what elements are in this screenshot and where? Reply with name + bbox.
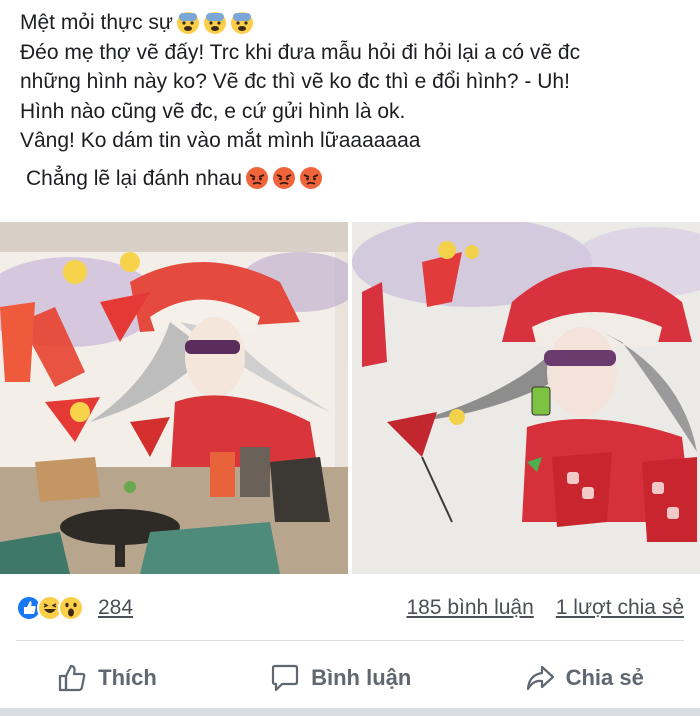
mural-photo-painted[interactable] [352,222,700,574]
angry-face-icon [246,167,269,190]
post-line: Mệt mỏi thực sự [20,8,688,38]
action-bar: Thích Bình luận Chia sẻ [0,650,700,706]
comment-bubble-icon [271,664,299,692]
comment-button-label: Bình luận [311,665,412,690]
post-stats: 284 185 bình luận 1 lượt chia sẻ [16,590,684,626]
share-count-link[interactable]: 1 lượt chia sẻ [556,596,684,620]
share-button-label: Chia sẻ [565,665,644,690]
comment-button[interactable]: Bình luận [269,662,411,694]
thumbs-up-icon [59,664,86,692]
post-line-text: những hình này ko? Vẽ đc thì vẽ ko đc th… [20,70,570,93]
mural-photo-reference[interactable] [0,222,348,574]
post-line-text: Hình nào cũng vẽ đc, e cứ gửi hình là ok… [20,99,406,123]
post-line-text: Mệt mỏi thực sự [20,11,173,34]
angry-face-icon [273,167,296,190]
fearful-face-icon [230,11,253,34]
mural-reference-image [0,222,348,574]
stats-divider [16,640,684,641]
post-text: Mệt mỏi thực sự Đéo mẹ thợ vẽ đấy! Trc k… [20,8,688,193]
fearful-face-icon [176,11,199,34]
comment-count-link[interactable]: 185 bình luận [406,596,533,620]
post-line: Hình nào cũng vẽ đc, e cứ gửi hình là ok… [20,97,688,127]
feed-separator [0,708,700,716]
post-line: Chẳng lẽ lại đánh nhau [20,164,688,194]
share-button[interactable]: Chia sẻ [524,662,644,694]
post-line-text: Vâng! Ko dám tin vào mắt mình lữaaaaaaa [20,129,421,152]
like-button-label: Thích [98,665,157,690]
post-line: Đéo mẹ thợ vẽ đấy! Trc khi đưa mẫu hỏi đ… [20,38,688,68]
post-line: Vâng! Ko dám tin vào mắt mình lữaaaaaaa [20,126,688,156]
angry-face-icon [300,167,323,190]
like-button[interactable]: Thích [56,662,157,694]
mural-painted-image [352,222,700,574]
reaction-icons [16,595,84,621]
reactions-summary[interactable]: 284 [16,595,133,621]
share-arrow-icon [526,665,554,691]
engagement-stats: 185 bình luận 1 lượt chia sẻ [406,596,684,620]
reaction-count[interactable]: 284 [98,596,133,620]
photo-grid [0,222,700,574]
wow-reaction-icon [58,595,84,621]
post-line-text: Đéo mẹ thợ vẽ đấy! Trc khi đưa mẫu hỏi đ… [20,40,581,64]
post-line-text: Chẳng lẽ lại đánh nhau [26,166,243,190]
post-line: những hình này ko? Vẽ đc thì vẽ ko đc th… [20,67,688,97]
fearful-face-icon [203,11,226,34]
